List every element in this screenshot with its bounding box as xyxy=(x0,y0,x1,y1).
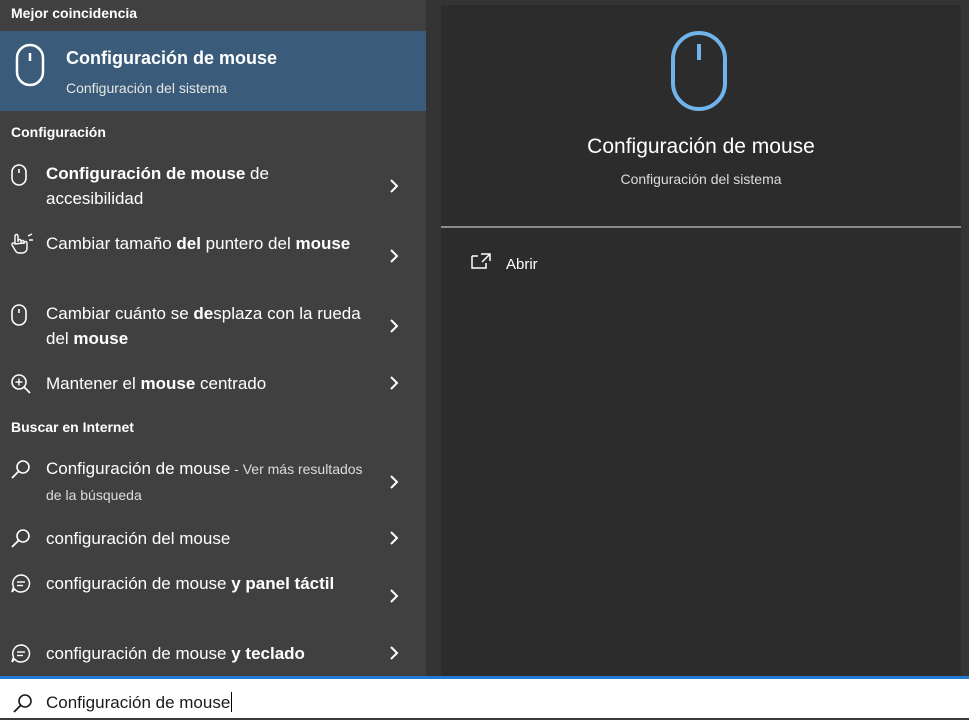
preview-subtitle: Configuración del sistema xyxy=(620,171,782,187)
web-item[interactable]: configuración de mouse y panel táctil xyxy=(0,571,426,623)
search-input[interactable]: Configuración de mouse xyxy=(46,692,233,713)
pointer-hand-icon xyxy=(10,233,34,260)
best-match-header: Mejor coincidencia xyxy=(11,5,138,21)
chat-search-icon xyxy=(10,643,32,670)
web-item[interactable]: configuración del mouse xyxy=(0,526,426,554)
chevron-right-icon xyxy=(387,473,401,496)
best-match-subtitle: Configuración del sistema xyxy=(66,80,228,96)
settings-item-keep-centered[interactable]: Mantener el mouse centrado xyxy=(0,371,426,399)
search-icon xyxy=(12,693,34,720)
chevron-right-icon xyxy=(387,247,401,270)
settings-item-text: Configuración de mouse de accesibilidad xyxy=(46,164,269,208)
web-item-text: Configuración de mouse - Ver más resulta… xyxy=(46,459,363,503)
best-match-item[interactable]: Configuración de mouse Configuración del… xyxy=(0,31,426,111)
settings-header: Configuración xyxy=(11,124,106,140)
chat-search-icon xyxy=(10,573,32,600)
chevron-right-icon xyxy=(387,374,401,397)
chevron-right-icon xyxy=(387,587,401,610)
settings-item-text: Cambiar tamaño del puntero del mouse xyxy=(46,234,351,253)
preview-title: Configuración de mouse xyxy=(587,135,815,158)
search-bar[interactable]: Configuración de mouse xyxy=(0,676,969,718)
web-item[interactable]: configuración de mouse y teclado xyxy=(0,641,426,669)
web-item-text: configuración de mouse y teclado xyxy=(46,644,305,663)
web-header: Buscar en Internet xyxy=(11,419,134,435)
chevron-right-icon xyxy=(387,529,401,552)
mouse-icon xyxy=(670,30,728,117)
text-caret xyxy=(231,692,233,712)
magnifier-icon xyxy=(10,373,32,400)
web-item-see-more[interactable]: Configuración de mouse - Ver más resulta… xyxy=(0,456,426,510)
best-match-title: Configuración de mouse xyxy=(66,48,278,68)
search-input-value: Configuración de mouse xyxy=(46,693,231,712)
mouse-icon xyxy=(10,164,28,191)
chevron-right-icon xyxy=(387,177,401,200)
chevron-right-icon xyxy=(387,317,401,340)
search-icon xyxy=(10,459,32,486)
open-action[interactable]: Abrir xyxy=(506,256,538,273)
settings-item-accessibility-mouse[interactable]: Configuración de mouse de accesibilidad xyxy=(0,161,426,213)
mouse-icon xyxy=(14,43,46,92)
settings-item-text: Mantener el mouse centrado xyxy=(46,374,267,393)
settings-item-wheel-scroll[interactable]: Cambiar cuánto se desplaza con la rueda … xyxy=(0,301,426,353)
mouse-icon xyxy=(10,304,28,331)
search-icon xyxy=(10,528,32,555)
settings-item-pointer-size[interactable]: Cambiar tamaño del puntero del mouse xyxy=(0,231,426,283)
preview-divider xyxy=(441,226,961,228)
web-item-text: configuración de mouse y panel táctil xyxy=(46,574,335,593)
chevron-right-icon xyxy=(387,644,401,667)
web-item-text: configuración del mouse xyxy=(46,529,231,548)
settings-item-text: Cambiar cuánto se desplaza con la rueda … xyxy=(46,304,361,348)
open-external-icon[interactable] xyxy=(470,252,492,275)
